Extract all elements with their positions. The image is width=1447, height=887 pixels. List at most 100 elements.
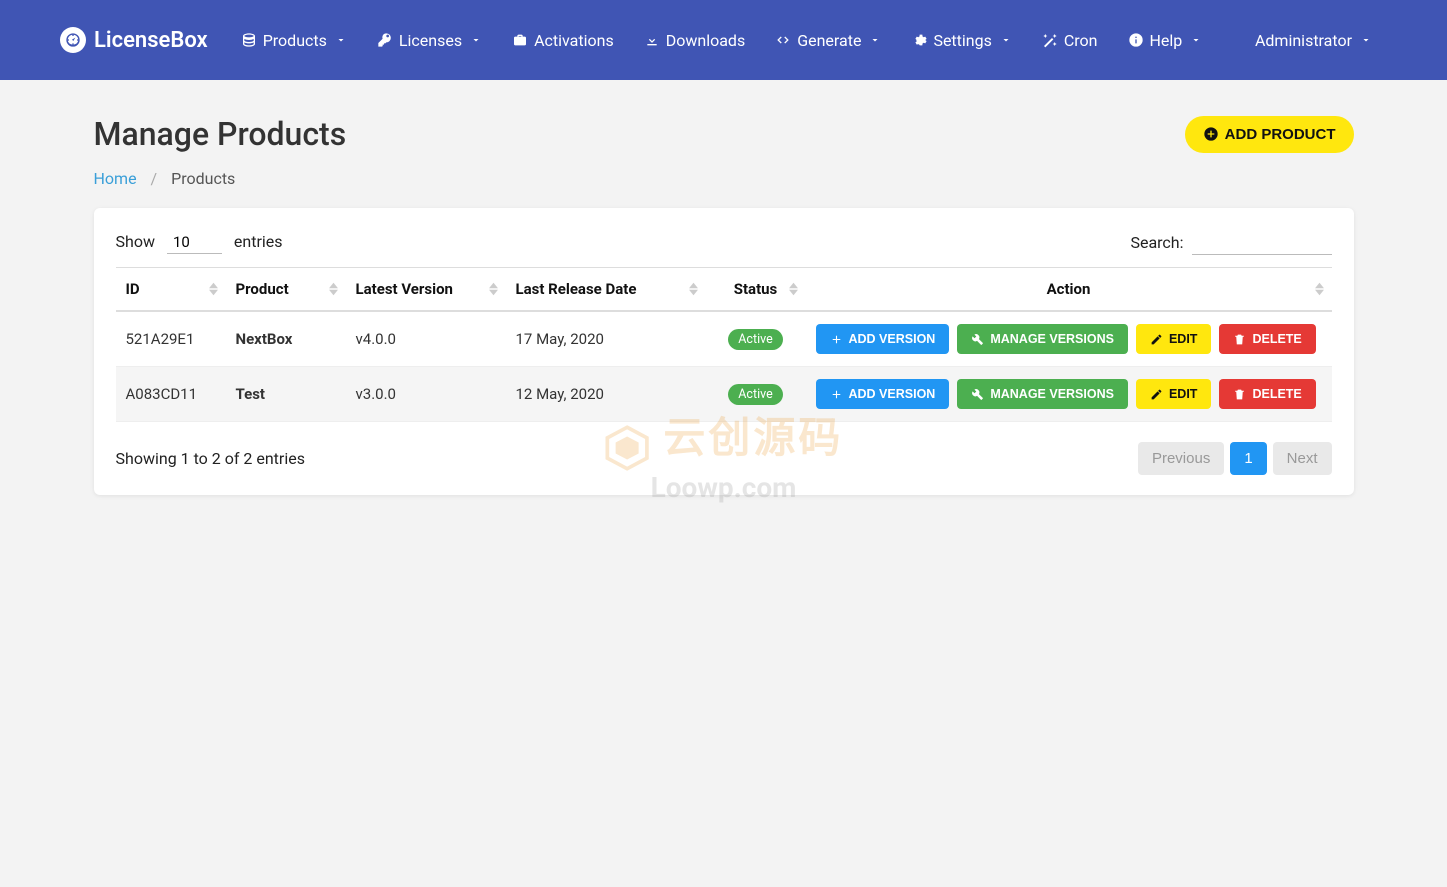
- nav-label: Downloads: [666, 31, 745, 50]
- key-icon: [377, 32, 393, 48]
- cell-version: v4.0.0: [346, 311, 506, 367]
- cell-date: 12 May, 2020: [506, 367, 706, 422]
- nav-items: Products Licenses Activations Downloads …: [226, 21, 1240, 60]
- manage-versions-button[interactable]: MANAGE VERSIONS: [957, 324, 1128, 354]
- col-product[interactable]: Product: [226, 268, 346, 312]
- cell-id: A083CD11: [116, 367, 226, 422]
- cell-product: Test: [226, 367, 346, 422]
- add-version-button[interactable]: ADD VERSION: [816, 324, 950, 354]
- briefcase-icon: [512, 32, 528, 48]
- page-header: Manage Products ADD PRODUCT: [94, 115, 1354, 153]
- download-icon: [644, 32, 660, 48]
- nav-label: Help: [1150, 31, 1183, 50]
- nav-label: Generate: [797, 31, 861, 50]
- wrench-icon: [971, 388, 984, 401]
- page-previous[interactable]: Previous: [1138, 442, 1224, 475]
- sort-icon: [789, 283, 798, 296]
- nav-settings[interactable]: Settings: [899, 21, 1023, 60]
- show-label-post: entries: [234, 232, 283, 251]
- col-status[interactable]: Status: [706, 268, 806, 312]
- nav-label: Cron: [1064, 31, 1098, 50]
- plus-circle-icon: [1203, 126, 1219, 142]
- entries-select[interactable]: [167, 231, 222, 254]
- database-icon: [241, 32, 257, 48]
- cell-version: v3.0.0: [346, 367, 506, 422]
- search-input[interactable]: [1192, 230, 1332, 255]
- add-version-button[interactable]: ADD VERSION: [816, 379, 950, 409]
- page-title: Manage Products: [94, 115, 347, 153]
- edit-icon: [1150, 333, 1163, 346]
- wand-icon: [1042, 32, 1058, 48]
- status-badge: Active: [728, 329, 782, 350]
- breadcrumb: Home / Products: [94, 169, 1354, 188]
- sort-icon: [689, 283, 698, 296]
- chevron-down-icon: [470, 34, 482, 46]
- edit-button[interactable]: EDIT: [1136, 379, 1211, 409]
- breadcrumb-home[interactable]: Home: [94, 169, 137, 188]
- brand[interactable]: LicenseBox: [60, 27, 208, 53]
- chevron-down-icon: [869, 34, 881, 46]
- nav-label: Licenses: [399, 31, 462, 50]
- sort-icon: [489, 283, 498, 296]
- cell-product: NextBox: [226, 311, 346, 367]
- brand-text: LicenseBox: [94, 28, 208, 53]
- page-next[interactable]: Next: [1273, 442, 1332, 475]
- nav-help[interactable]: Help: [1116, 21, 1215, 60]
- cell-status: Active: [706, 311, 806, 367]
- table-footer: Showing 1 to 2 of 2 entries Previous 1 N…: [116, 442, 1332, 475]
- sort-icon: [329, 283, 338, 296]
- nav-user[interactable]: Administrator: [1243, 21, 1384, 60]
- nav-generate[interactable]: Generate: [763, 21, 893, 60]
- col-version[interactable]: Latest Version: [346, 268, 506, 312]
- show-label-pre: Show: [116, 232, 155, 251]
- edit-button[interactable]: EDIT: [1136, 324, 1211, 354]
- card-controls: Show entries Search:: [116, 230, 1332, 255]
- gear-icon: [911, 32, 927, 48]
- entries-control: Show entries: [116, 231, 283, 254]
- chevron-down-icon: [1000, 34, 1012, 46]
- cell-actions: ADD VERSION MANAGE VERSIONS EDIT DELETE: [806, 311, 1332, 367]
- col-id[interactable]: ID: [116, 268, 226, 312]
- main-container: Manage Products ADD PRODUCT Home / Produ…: [84, 80, 1364, 530]
- col-date[interactable]: Last Release Date: [506, 268, 706, 312]
- nav-licenses[interactable]: Licenses: [365, 21, 494, 60]
- delete-button[interactable]: DELETE: [1219, 379, 1315, 409]
- footer-info: Showing 1 to 2 of 2 entries: [116, 449, 305, 468]
- nav-right: Administrator: [1240, 21, 1387, 60]
- nav-products[interactable]: Products: [229, 21, 359, 60]
- chevron-down-icon: [335, 34, 347, 46]
- edit-icon: [1150, 388, 1163, 401]
- sort-icon: [1315, 283, 1324, 296]
- col-action: Action: [806, 268, 1332, 312]
- nav-user-label: Administrator: [1255, 31, 1352, 50]
- cell-date: 17 May, 2020: [506, 311, 706, 367]
- manage-versions-button[interactable]: MANAGE VERSIONS: [957, 379, 1128, 409]
- nav-label: Activations: [534, 31, 614, 50]
- nav-cron[interactable]: Cron: [1030, 21, 1110, 60]
- breadcrumb-current: Products: [171, 169, 235, 188]
- navbar: LicenseBox Products Licenses Activations…: [0, 0, 1447, 80]
- cell-actions: ADD VERSION MANAGE VERSIONS EDIT DELETE: [806, 367, 1332, 422]
- code-icon: [775, 32, 791, 48]
- search-control: Search:: [1130, 230, 1331, 255]
- add-product-button[interactable]: ADD PRODUCT: [1185, 116, 1354, 153]
- pagination: Previous 1 Next: [1138, 442, 1332, 475]
- add-product-label: ADD PRODUCT: [1225, 126, 1336, 143]
- cell-status: Active: [706, 367, 806, 422]
- plus-icon: [830, 333, 843, 346]
- wrench-icon: [971, 333, 984, 346]
- nav-activations[interactable]: Activations: [500, 21, 626, 60]
- trash-icon: [1233, 388, 1246, 401]
- status-badge: Active: [728, 384, 782, 405]
- chevron-down-icon: [1360, 34, 1372, 46]
- page-current[interactable]: 1: [1230, 442, 1266, 475]
- chevron-down-icon: [1190, 34, 1202, 46]
- delete-button[interactable]: DELETE: [1219, 324, 1315, 354]
- sort-icon: [209, 283, 218, 296]
- nav-downloads[interactable]: Downloads: [632, 21, 757, 60]
- table-row: A083CD11 Test v3.0.0 12 May, 2020 Active…: [116, 367, 1332, 422]
- trash-icon: [1233, 333, 1246, 346]
- info-icon: [1128, 32, 1144, 48]
- brand-icon: [60, 27, 86, 53]
- nav-label: Settings: [933, 31, 991, 50]
